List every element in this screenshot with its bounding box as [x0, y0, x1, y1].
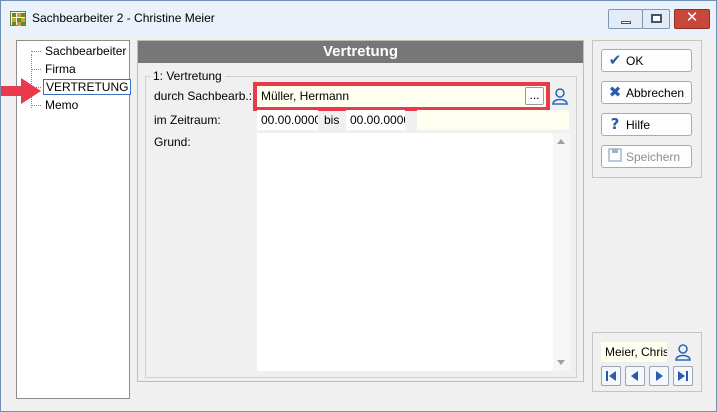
browse-button[interactable]: ...: [525, 87, 544, 105]
app-icon: [10, 11, 26, 26]
panel-title: Vertretung: [138, 41, 583, 63]
user-lookup-button[interactable]: [550, 86, 570, 106]
main-window: Sachbearbeiter 2 - Christine Meier ✕ Sac…: [0, 0, 717, 412]
group-title: 1: Vertretung: [150, 69, 225, 83]
next-icon: [656, 371, 663, 381]
previous-icon: [631, 371, 638, 381]
save-label: Speichern: [626, 150, 681, 164]
period-extra-field[interactable]: [417, 110, 569, 130]
previous-record-button[interactable]: [625, 366, 645, 386]
reason-label: Grund:: [154, 135, 191, 149]
help-label: Hilfe: [626, 118, 651, 132]
tree-item-label: Sachbearbeiter: [45, 44, 127, 58]
scroll-up-icon[interactable]: [557, 139, 565, 144]
first-icon: [606, 371, 616, 381]
window-title: Sachbearbeiter 2 - Christine Meier: [32, 11, 215, 25]
cancel-label: Abbrechen: [626, 86, 685, 100]
help-button[interactable]: ? Hilfe: [601, 113, 692, 136]
tree-item-label: Memo: [45, 98, 79, 112]
period-label: im Zeitraum:: [154, 113, 221, 127]
question-icon: ?: [610, 115, 620, 133]
person-icon: [552, 88, 568, 105]
cross-icon: ✖: [608, 83, 622, 101]
floppy-disk-icon: [607, 148, 623, 164]
ok-label: OK: [626, 54, 644, 68]
bis-label: bis: [324, 113, 340, 127]
date-to-field[interactable]: 00.00.0000: [346, 110, 405, 130]
tree-item-label: VERTRETUNG: [43, 79, 132, 95]
ok-button[interactable]: ✔ OK: [601, 49, 692, 72]
maximize-button[interactable]: [642, 9, 670, 29]
navigator-user-button[interactable]: [673, 342, 693, 362]
save-button[interactable]: Speichern: [601, 145, 692, 168]
highlight-rectangle: [253, 82, 550, 111]
last-icon: [678, 371, 688, 381]
red-arrow-pointer-icon: [1, 78, 41, 104]
close-button[interactable]: ✕: [674, 8, 710, 29]
first-record-button[interactable]: [601, 366, 621, 386]
date-from-field[interactable]: 00.00.0000: [257, 110, 318, 130]
minimize-button[interactable]: [608, 9, 643, 29]
by-label: durch Sachbearb.:: [154, 89, 253, 103]
last-record-button[interactable]: [673, 366, 693, 386]
next-record-button[interactable]: [649, 366, 669, 386]
tree-item-label: Firma: [45, 62, 76, 76]
vertical-scrollbar[interactable]: [553, 133, 570, 371]
person-icon: [675, 344, 691, 361]
checkmark-icon: ✔: [608, 51, 622, 69]
close-icon: ✕: [685, 8, 699, 26]
cancel-button[interactable]: ✖ Abbrechen: [601, 81, 692, 104]
minimize-icon: [621, 21, 631, 24]
current-record-field[interactable]: Meier, Chris: [601, 342, 667, 362]
scroll-down-icon[interactable]: [557, 360, 565, 365]
reason-textarea[interactable]: [257, 133, 570, 371]
maximize-icon: [651, 14, 662, 23]
title-bar[interactable]: Sachbearbeiter 2 - Christine Meier ✕: [1, 1, 716, 35]
